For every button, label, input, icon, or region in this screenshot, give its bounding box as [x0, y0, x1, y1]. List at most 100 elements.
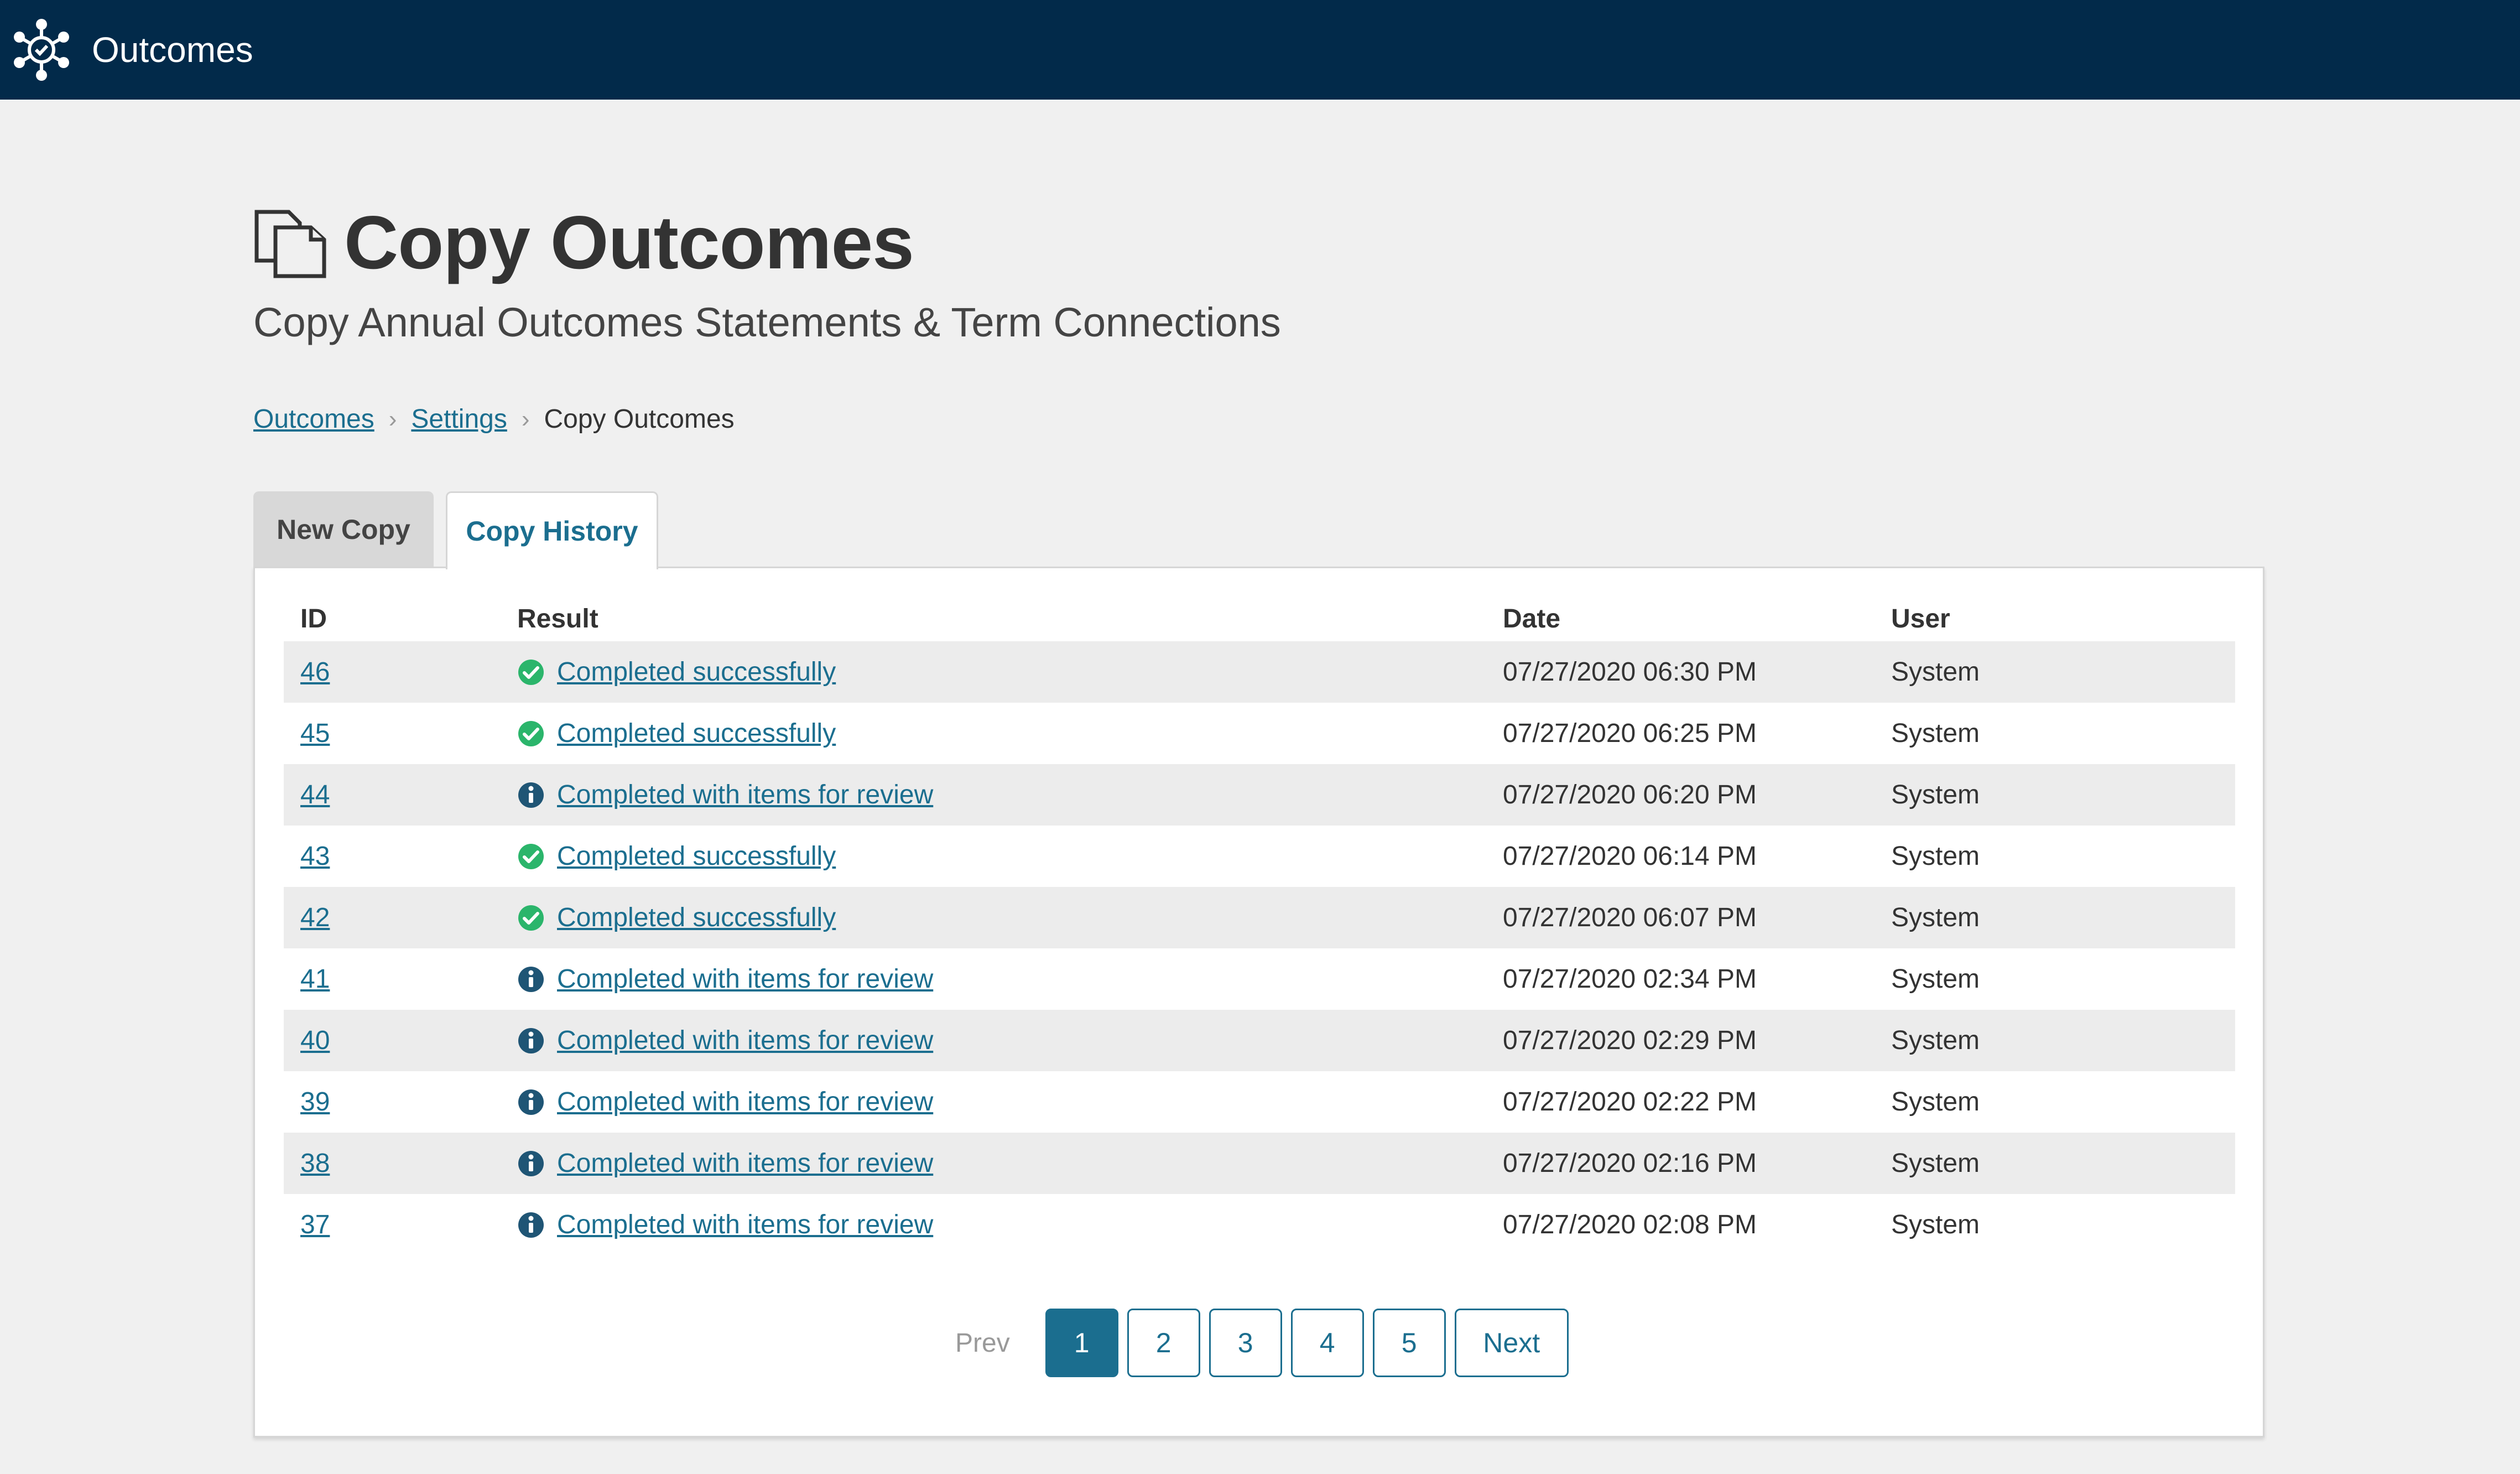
cell-result: Completed with items for review: [517, 1025, 1503, 1056]
row-id-link[interactable]: 44: [300, 780, 330, 809]
result-link[interactable]: Completed successfully: [557, 902, 836, 933]
result-link[interactable]: Completed successfully: [557, 718, 836, 749]
cell-date: 07/27/2020 02:22 PM: [1503, 1087, 1757, 1117]
cell-result: Completed with items for review: [517, 780, 1503, 810]
column-header-result: Result: [517, 604, 598, 634]
table-header: ID Result Date User: [284, 596, 2235, 641]
page-title: Copy Outcomes: [344, 200, 914, 284]
info-circle-icon: [517, 1211, 545, 1239]
cell-id: 44: [284, 780, 517, 810]
chevron-right-icon: ›: [388, 405, 397, 433]
cell-result: Completed with items for review: [517, 964, 1503, 994]
check-circle-icon: [517, 658, 545, 686]
cell-user: System: [1891, 719, 1980, 748]
tab-bar: New Copy Copy History: [253, 491, 658, 569]
cell-result: Completed with items for review: [517, 1148, 1503, 1179]
pagination-prev: Prev: [955, 1328, 1010, 1358]
table-row: 45 Completed successfully 07/27/2020 06:25…: [284, 703, 2235, 764]
cell-date: 07/27/2020 06:30 PM: [1503, 657, 1757, 687]
cell-id: 45: [284, 718, 517, 749]
cell-date: 07/27/2020 02:16 PM: [1503, 1149, 1757, 1178]
row-id-link[interactable]: 39: [300, 1087, 330, 1117]
result-link[interactable]: Completed with items for review: [557, 780, 933, 810]
info-circle-icon: [517, 1088, 545, 1116]
check-circle-icon: [517, 720, 545, 748]
table-row: 39 Completed with items for review 07/27/2…: [284, 1071, 2235, 1133]
breadcrumb-link-outcomes[interactable]: Outcomes: [253, 404, 374, 434]
row-id-link[interactable]: 46: [300, 657, 330, 687]
cell-user: System: [1891, 964, 1980, 994]
cell-id: 38: [284, 1148, 517, 1179]
result-link[interactable]: Completed with items for review: [557, 1148, 933, 1179]
result-link[interactable]: Completed with items for review: [557, 964, 933, 994]
cell-result: Completed successfully: [517, 902, 1503, 933]
info-circle-icon: [517, 1150, 545, 1177]
table-row: 43 Completed successfully 07/27/2020 06:14…: [284, 826, 2235, 887]
cell-date: 07/27/2020 02:34 PM: [1503, 964, 1757, 994]
column-header-date: Date: [1503, 604, 1561, 634]
cell-date: 07/27/2020 06:20 PM: [1503, 780, 1757, 809]
copy-history-panel: ID Result Date User 46 Completed successf…: [253, 567, 2264, 1437]
page-button-3[interactable]: 3: [1209, 1309, 1282, 1377]
cell-user: System: [1891, 1149, 1980, 1178]
row-id-link[interactable]: 40: [300, 1026, 330, 1055]
cell-result: Completed with items for review: [517, 1210, 1503, 1240]
tab-new-copy[interactable]: New Copy: [253, 491, 434, 568]
top-navigation-bar: Outcomes: [0, 0, 2520, 100]
info-circle-icon: [517, 966, 545, 993]
page-button-4[interactable]: 4: [1290, 1309, 1364, 1377]
chevron-right-icon: ›: [521, 405, 530, 433]
result-link[interactable]: Completed with items for review: [557, 1087, 933, 1117]
copy-history-table: ID Result Date User 46 Completed successf…: [284, 596, 2235, 1255]
cell-user: System: [1891, 903, 1980, 932]
pagination-next[interactable]: Next: [1454, 1309, 1569, 1377]
row-id-link[interactable]: 38: [300, 1149, 330, 1178]
row-id-link[interactable]: 41: [300, 964, 330, 994]
page-header: Copy Outcomes: [253, 199, 914, 286]
page-button-2[interactable]: 2: [1127, 1309, 1200, 1377]
info-circle-icon: [517, 1027, 545, 1055]
info-circle-icon: [517, 781, 545, 809]
page-subtitle: Copy Annual Outcomes Statements & Term C…: [253, 299, 1281, 345]
cell-date: 07/27/2020 06:25 PM: [1503, 719, 1757, 748]
result-link[interactable]: Completed successfully: [557, 657, 836, 687]
breadcrumb-link-settings[interactable]: Settings: [411, 404, 507, 434]
row-id-link[interactable]: 37: [300, 1210, 330, 1239]
page-button-1[interactable]: 1: [1045, 1309, 1118, 1377]
breadcrumb: Outcomes › Settings › Copy Outcomes: [253, 404, 735, 434]
cell-id: 40: [284, 1025, 517, 1056]
result-link[interactable]: Completed successfully: [557, 841, 836, 871]
cell-date: 07/27/2020 06:07 PM: [1503, 903, 1757, 932]
breadcrumb-current: Copy Outcomes: [544, 404, 735, 434]
cell-id: 41: [284, 964, 517, 994]
table-row: 41 Completed with items for review 07/27/2…: [284, 948, 2235, 1010]
cell-user: System: [1891, 780, 1980, 809]
cell-date: 07/27/2020 06:14 PM: [1503, 842, 1757, 871]
copy-documents-icon: [253, 205, 327, 279]
table-row: 42 Completed successfully 07/27/2020 06:07…: [284, 887, 2235, 948]
cell-date: 07/27/2020 02:29 PM: [1503, 1026, 1757, 1055]
row-id-link[interactable]: 45: [300, 719, 330, 748]
cell-result: Completed successfully: [517, 718, 1503, 749]
table-row: 40 Completed with items for review 07/27/2…: [284, 1010, 2235, 1071]
cell-date: 07/27/2020 02:08 PM: [1503, 1210, 1757, 1239]
cell-result: Completed successfully: [517, 657, 1503, 687]
app-name[interactable]: Outcomes: [92, 29, 253, 70]
table-row: 44 Completed with items for review 07/27/2…: [284, 764, 2235, 826]
check-circle-icon: [517, 843, 545, 870]
check-circle-icon: [517, 904, 545, 932]
page-button-5[interactable]: 5: [1372, 1309, 1446, 1377]
cell-id: 42: [284, 902, 517, 933]
cell-user: System: [1891, 842, 1980, 871]
network-hub-icon[interactable]: [6, 14, 77, 86]
cell-result: Completed with items for review: [517, 1087, 1503, 1117]
result-link[interactable]: Completed with items for review: [557, 1025, 933, 1056]
row-id-link[interactable]: 42: [300, 903, 330, 932]
table-body: 46 Completed successfully 07/27/2020 06:30…: [284, 641, 2235, 1255]
tab-copy-history[interactable]: Copy History: [446, 491, 658, 569]
row-id-link[interactable]: 43: [300, 842, 330, 871]
cell-user: System: [1891, 657, 1980, 687]
column-header-user: User: [1891, 604, 1950, 634]
result-link[interactable]: Completed with items for review: [557, 1210, 933, 1240]
cell-id: 37: [284, 1210, 517, 1240]
